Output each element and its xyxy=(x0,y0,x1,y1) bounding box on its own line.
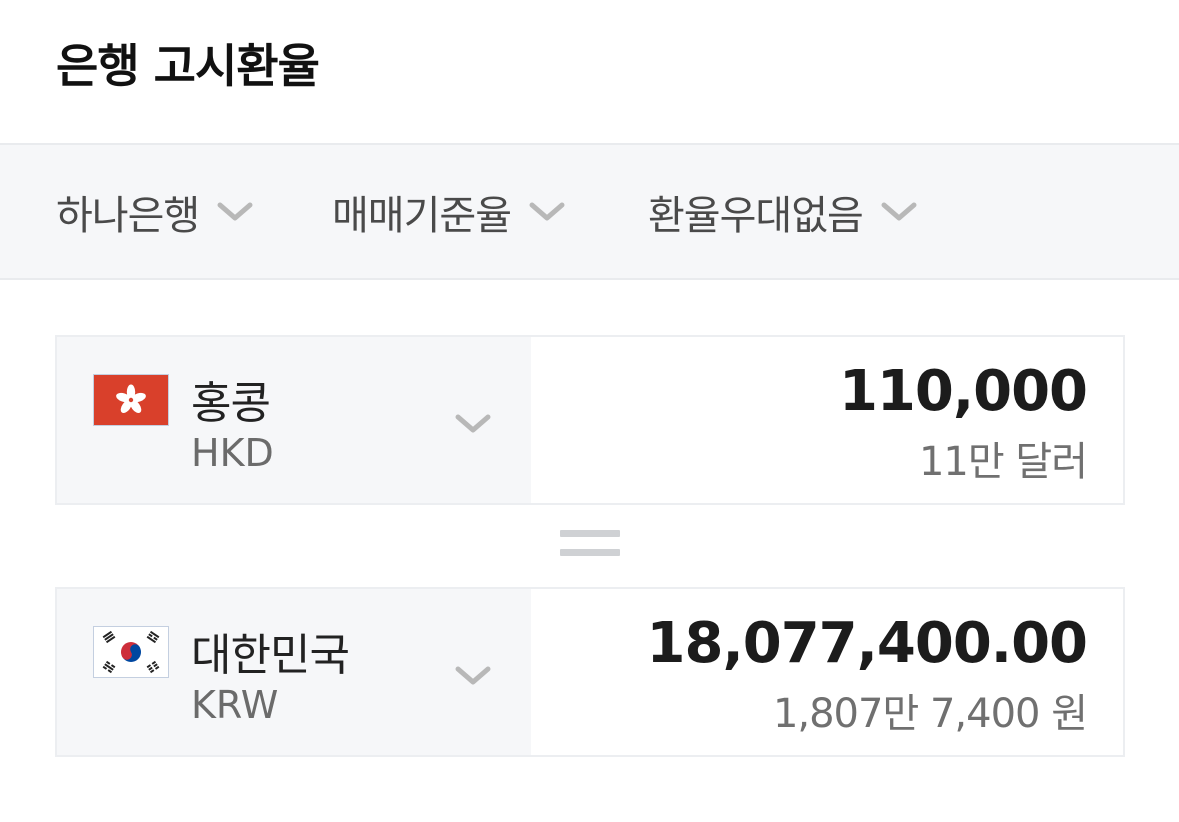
to-currency-row: 대한민국 KRW 18,077,400.00 1,807만 7,400 원 xyxy=(55,587,1125,757)
from-country-name: 홍콩 xyxy=(191,378,271,429)
from-amount-area: 110,000 11만 달러 xyxy=(531,337,1123,503)
equals-icon xyxy=(560,530,620,560)
preferential-rate-select-label: 환율우대없음 xyxy=(648,192,864,239)
from-currency-select[interactable]: 홍콩 HKD xyxy=(57,337,531,503)
to-currency-code: KRW xyxy=(191,683,279,727)
from-currency-code: HKD xyxy=(191,431,274,475)
filter-bar: 하나은행 매매기준율 환율우대없음 xyxy=(0,143,1179,280)
hong-kong-flag-icon xyxy=(93,374,169,426)
chevron-down-icon xyxy=(453,663,493,689)
from-amount-korean: 11만 달러 xyxy=(918,439,1088,485)
page-title: 은행 고시환율 xyxy=(56,39,320,93)
bank-select[interactable]: 하나은행 xyxy=(56,145,255,278)
to-amount-korean: 1,807만 7,400 원 xyxy=(772,691,1088,737)
from-amount-input[interactable]: 110,000 xyxy=(839,359,1088,424)
chevron-down-icon xyxy=(453,411,493,437)
to-currency-select[interactable]: 대한민국 KRW xyxy=(57,589,531,755)
to-country-name: 대한민국 xyxy=(191,630,350,681)
rate-type-select[interactable]: 매매기준율 xyxy=(332,145,567,278)
preferential-rate-select[interactable]: 환율우대없음 xyxy=(648,145,919,278)
chevron-down-icon xyxy=(879,199,919,225)
to-amount-area: 18,077,400.00 1,807만 7,400 원 xyxy=(531,589,1123,755)
chevron-down-icon xyxy=(215,199,255,225)
bank-select-label: 하나은행 xyxy=(56,192,200,239)
rate-type-select-label: 매매기준율 xyxy=(332,192,512,239)
chevron-down-icon xyxy=(527,199,567,225)
south-korea-flag-icon xyxy=(93,626,169,678)
from-currency-row: 홍콩 HKD 110,000 11만 달러 xyxy=(55,335,1125,505)
to-amount-output[interactable]: 18,077,400.00 xyxy=(647,611,1088,676)
